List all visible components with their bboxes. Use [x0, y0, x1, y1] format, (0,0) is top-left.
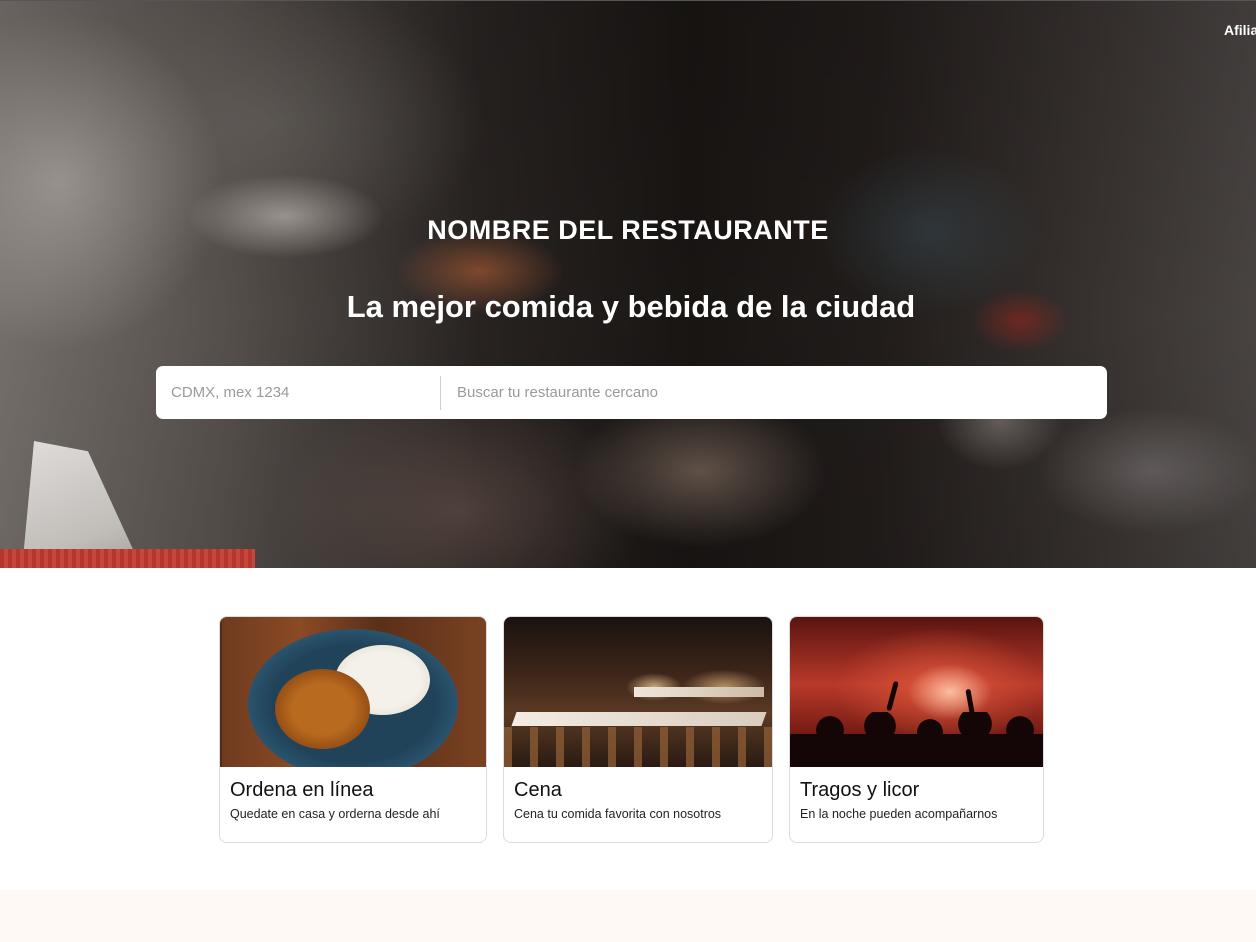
hero-section: Afilia NOMBRE DEL RESTAURANTE La mejor c…: [0, 0, 1256, 568]
dining-room-image: [504, 617, 772, 767]
card-description: En la noche pueden acompañarnos: [800, 807, 998, 821]
next-section-band: [0, 890, 1256, 942]
card-description: Quedate en casa y orderna desde ahí: [230, 807, 440, 821]
crowd-silhouette: [790, 712, 1043, 767]
hero-background-image: [0, 1, 1256, 568]
card-description: Cena tu comida favorita con nosotros: [514, 807, 722, 821]
raised-hand-shape: [886, 680, 899, 712]
location-input[interactable]: [156, 384, 440, 401]
table-shape: [634, 687, 764, 697]
card-title: Tragos y licor: [800, 779, 920, 801]
card-title: Cena: [514, 779, 562, 801]
chairs-shape: [504, 727, 772, 767]
plate-of-food-image: [220, 617, 486, 767]
card-title: Ordena en línea: [230, 779, 374, 801]
card-drinks[interactable]: Tragos y licor En la noche pueden acompa…: [789, 616, 1044, 843]
services-cards: Ordena en línea Quedate en casa y ordern…: [0, 616, 1256, 844]
search-bar: [156, 366, 1107, 419]
table-shape: [511, 712, 767, 726]
concert-crowd-image: [790, 617, 1043, 767]
tablecloth-decoration: [0, 549, 255, 568]
restaurant-search-input[interactable]: [441, 384, 1107, 401]
nav-link-afiliate[interactable]: Afilia: [1224, 22, 1256, 38]
card-order-online[interactable]: Ordena en línea Quedate en casa y ordern…: [219, 616, 487, 843]
restaurant-name-title: NOMBRE DEL RESTAURANTE: [427, 215, 829, 245]
curry-shape: [275, 669, 370, 749]
hero-subtitle: La mejor comida y bebida de la ciudad: [346, 289, 916, 324]
card-dinner[interactable]: Cena Cena tu comida favorita con nosotro…: [503, 616, 773, 843]
